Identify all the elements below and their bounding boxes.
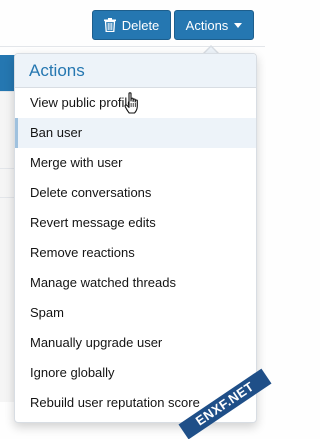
menu-item-remove-reactions[interactable]: Remove reactions xyxy=(15,238,256,268)
menu-item-merge-with-user[interactable]: Merge with user xyxy=(15,148,256,178)
menu-item-ban-user[interactable]: Ban user xyxy=(15,118,256,148)
caret-down-icon xyxy=(234,23,243,28)
menu-item-revert-message-edits[interactable]: Revert message edits xyxy=(15,208,256,238)
menu-title: Actions xyxy=(15,54,256,88)
menu-item-delete-conversations[interactable]: Delete conversations xyxy=(15,178,256,208)
trash-icon xyxy=(103,18,116,32)
menu-item-manage-watched-threads[interactable]: Manage watched threads xyxy=(15,268,256,298)
page-divider xyxy=(0,46,265,47)
hand-cursor-icon xyxy=(124,92,138,114)
menu-item-spam[interactable]: Spam xyxy=(15,298,256,328)
menu-item-manually-upgrade-user[interactable]: Manually upgrade user xyxy=(15,328,256,358)
actions-button-label: Actions xyxy=(185,17,229,33)
actions-button[interactable]: Actions xyxy=(174,10,254,40)
background-content xyxy=(0,91,14,402)
delete-button[interactable]: Delete xyxy=(92,10,171,40)
delete-button-label: Delete xyxy=(121,17,160,33)
menu-item-ignore-globally[interactable]: Ignore globally xyxy=(15,358,256,388)
